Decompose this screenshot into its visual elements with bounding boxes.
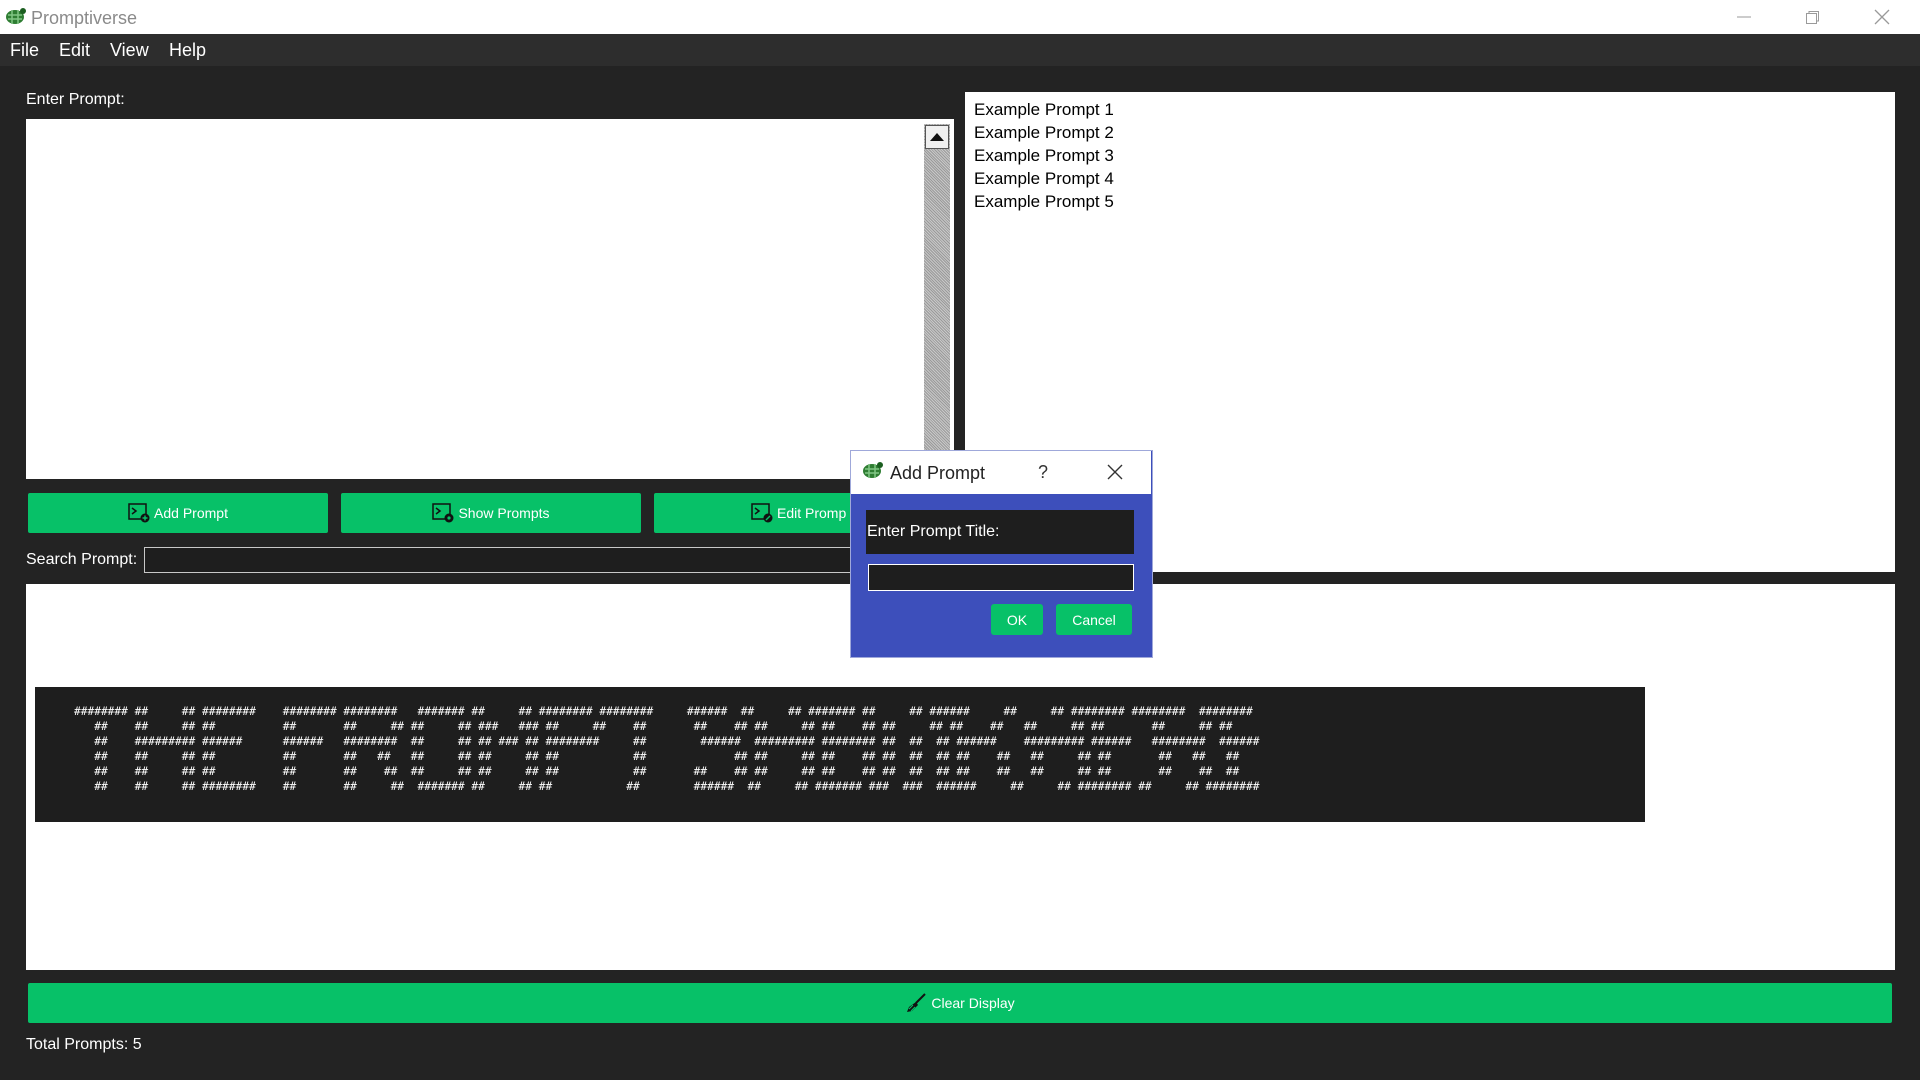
add-prompt-label: Add Prompt — [154, 505, 228, 521]
dialog-logo-icon — [863, 462, 883, 478]
ascii-line: ######## ## ## ######## ######## #######… — [74, 705, 1253, 718]
list-item[interactable]: Example Prompt 1 — [974, 98, 1114, 121]
prompt-title-input[interactable] — [868, 564, 1134, 591]
prompt-scrollbar[interactable] — [924, 124, 950, 479]
enter-prompt-label: Enter Prompt: — [26, 91, 125, 108]
minimize-button[interactable] — [1714, 0, 1774, 34]
terminal-plus-icon — [128, 503, 150, 523]
clear-display-button[interactable]: Clear Display — [28, 983, 1892, 1023]
close-icon — [1874, 9, 1890, 25]
ascii-line: ## ## ## ######## ## ## ## ####### ## ##… — [74, 780, 1260, 793]
minimize-icon — [1737, 16, 1751, 18]
menu-file[interactable]: File — [10, 34, 39, 66]
ascii-banner: ######## ## ## ######## ######## #######… — [74, 704, 1259, 794]
edit-prompt-button[interactable]: Edit Promp — [654, 493, 854, 533]
prompt-textarea[interactable] — [26, 119, 954, 479]
ascii-line: ## ## ## ## ## ## ## ## ## ### ### ## ##… — [74, 720, 1233, 733]
ascii-line: ## ## ## ## ## ## ## ## ## ## ## ## ## #… — [74, 750, 1240, 763]
restore-icon — [1806, 11, 1819, 24]
edit-prompt-label: Edit Promp — [777, 505, 847, 521]
menu-edit[interactable]: Edit — [59, 34, 90, 66]
menu-bar — [0, 34, 1920, 66]
show-prompts-button[interactable]: Show Prompts — [341, 493, 641, 533]
dialog-title: Add Prompt — [890, 463, 986, 483]
cancel-button[interactable]: Cancel — [1056, 604, 1132, 635]
ascii-line: ## ######### ###### ###### ######## ## #… — [74, 735, 1260, 748]
list-item[interactable]: Example Prompt 4 — [974, 167, 1114, 190]
close-button[interactable] — [1852, 0, 1912, 34]
ok-button[interactable]: OK — [991, 604, 1043, 635]
clear-display-label: Clear Display — [931, 995, 1015, 1011]
search-input[interactable] — [144, 547, 856, 573]
maximize-button[interactable] — [1782, 0, 1842, 34]
show-prompts-label: Show Prompts — [458, 505, 550, 521]
prompt-title-label: Enter Prompt Title: — [867, 523, 1000, 540]
terminal-edit-icon — [751, 503, 773, 523]
scroll-up-arrow-icon[interactable] — [925, 125, 949, 149]
list-item[interactable]: Example Prompt 3 — [974, 144, 1114, 167]
total-prompts-status: Total Prompts: 5 — [26, 1036, 142, 1053]
list-item[interactable]: Example Prompt 2 — [974, 121, 1114, 144]
title-bar — [0, 0, 1920, 34]
search-prompt-label: Search Prompt: — [26, 551, 138, 568]
dialog-help-button[interactable]: ? — [1038, 451, 1048, 494]
app-logo-icon — [6, 8, 26, 24]
terminal-eye-icon — [432, 503, 454, 523]
close-icon — [1107, 464, 1123, 480]
ascii-line: ## ## ## ## ## ## ## ## ## ## ## ## ## #… — [74, 765, 1240, 778]
menu-view[interactable]: View — [110, 34, 149, 66]
dialog-close-button[interactable] — [1100, 451, 1130, 494]
menu-help[interactable]: Help — [169, 34, 206, 66]
broom-icon — [907, 993, 927, 1012]
list-item[interactable]: Example Prompt 5 — [974, 190, 1114, 213]
window-title: Promptiverse — [31, 8, 138, 28]
add-prompt-button[interactable]: Add Prompt — [28, 493, 328, 533]
